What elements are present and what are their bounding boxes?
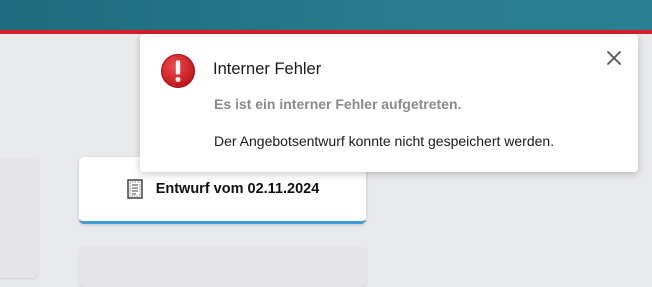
side-card[interactable] bbox=[0, 158, 38, 278]
document-icon bbox=[126, 179, 144, 199]
notification-message: Der Angebotsentwurf konnte nicht gespeic… bbox=[214, 133, 555, 149]
notification-title: Interner Fehler bbox=[213, 60, 322, 78]
close-icon[interactable] bbox=[602, 46, 626, 70]
error-notification: Interner Fehler Es ist ein interner Fehl… bbox=[140, 34, 638, 172]
app-header-bar bbox=[0, 0, 652, 30]
notification-subtitle: Es ist ein interner Fehler aufgetreten. bbox=[214, 96, 462, 112]
error-circle-icon bbox=[160, 53, 196, 89]
next-card[interactable] bbox=[79, 247, 366, 287]
draft-card-title: Entwurf vom 02.11.2024 bbox=[155, 181, 320, 197]
